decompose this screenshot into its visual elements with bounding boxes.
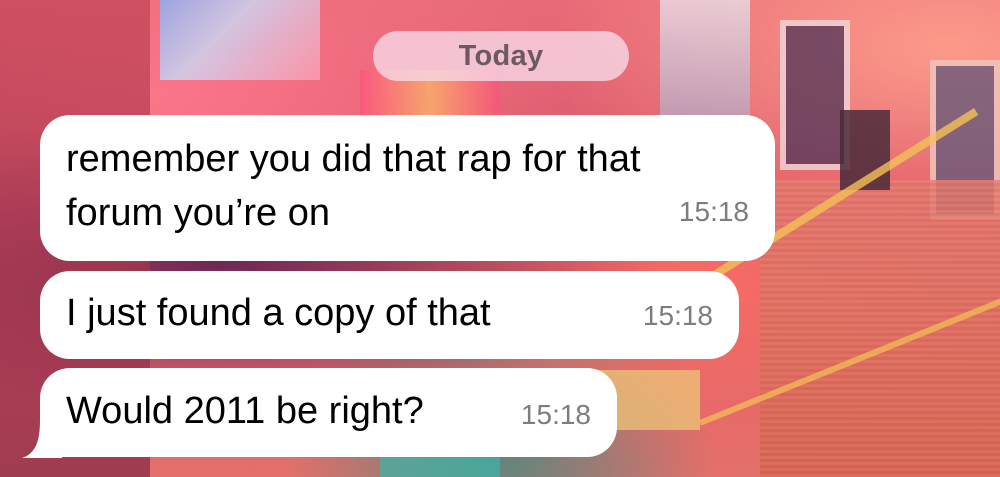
message-bubble[interactable]: I just found a copy of that 15:18 [40, 271, 739, 359]
message-text: Would 2011 be right? [66, 384, 424, 438]
message-text: I just found a copy of that [66, 286, 491, 340]
message-bubble[interactable]: Would 2011 be right? 15:18 [40, 368, 617, 457]
date-separator-label: Today [458, 39, 544, 72]
message-line: forum you’re on [66, 192, 331, 234]
message-timestamp: 15:18 [642, 300, 713, 331]
wallpaper-neon-sign [160, 0, 320, 80]
message-timestamp: 15:18 [520, 399, 591, 430]
message-line: Would 2011 be right? [66, 390, 424, 432]
message-line: remember you did that rap for that [66, 138, 641, 180]
message-bubble[interactable]: remember you did that rap for that forum… [40, 115, 775, 261]
message-line: I just found a copy of that [66, 292, 491, 334]
date-separator: Today [373, 31, 629, 81]
wallpaper-window [660, 0, 750, 120]
message-text: remember you did that rap for that forum… [66, 132, 641, 240]
message-timestamp: 15:18 [678, 196, 749, 227]
